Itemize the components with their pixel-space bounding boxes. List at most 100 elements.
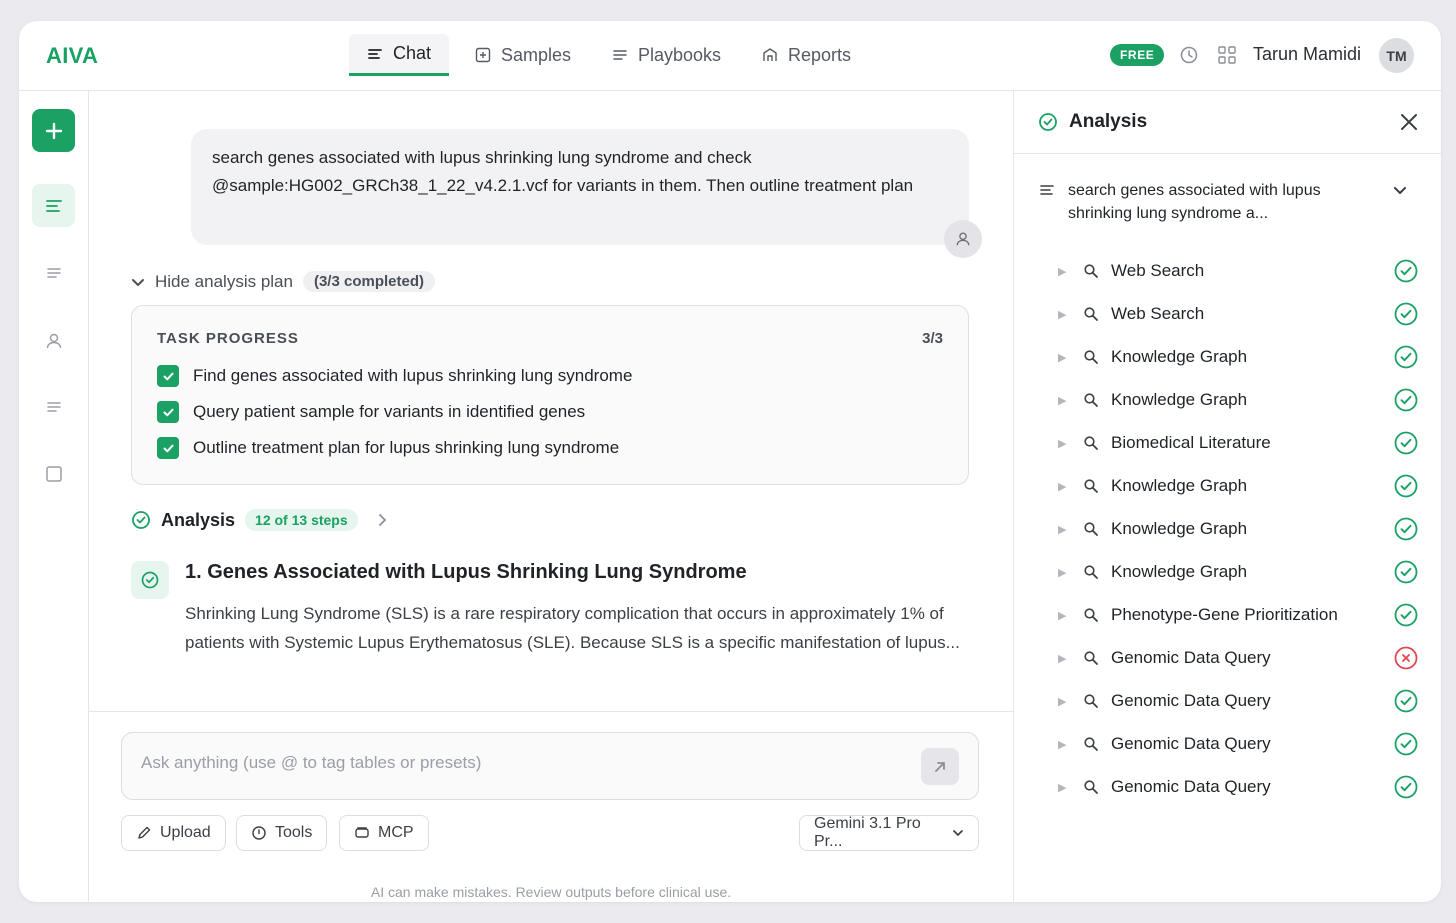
sidebar-item-documents[interactable] xyxy=(32,385,75,428)
analysis-panel: Analysis search genes associated with lu… xyxy=(1013,91,1441,902)
search-icon xyxy=(1084,651,1098,665)
check-circle-icon xyxy=(141,571,159,589)
tool-call-row[interactable]: ▶ Knowledge Graph xyxy=(1058,514,1418,544)
search-icon xyxy=(1084,479,1098,493)
expand-triangle-icon[interactable]: ▶ xyxy=(1058,738,1070,751)
check-circle-icon xyxy=(132,511,150,529)
tool-call-row[interactable]: ▶ Knowledge Graph xyxy=(1058,557,1418,587)
chat-lines-icon xyxy=(368,48,382,59)
expand-triangle-icon[interactable]: ▶ xyxy=(1058,437,1070,450)
tab-reports[interactable]: Reports xyxy=(744,34,869,76)
tool-call-name: Genomic Data Query xyxy=(1111,734,1271,753)
success-check-circle-icon xyxy=(1394,431,1418,455)
step-title: 1. Genes Associated with Lupus Shrinking… xyxy=(185,561,747,583)
sidebar-item-chats[interactable] xyxy=(32,184,75,227)
tool-call-name: Web Search xyxy=(1111,261,1205,280)
tool-call-row[interactable]: ▶ Genomic Data Query xyxy=(1058,729,1418,759)
expand-triangle-icon[interactable]: ▶ xyxy=(1058,351,1070,364)
tab-chat-label: Chat xyxy=(393,43,432,63)
expand-triangle-icon[interactable]: ▶ xyxy=(1058,609,1070,622)
success-check-circle-icon xyxy=(1394,302,1418,326)
task-label: Query patient sample for variants in ide… xyxy=(193,402,586,421)
tab-playbooks-label: Playbooks xyxy=(638,44,722,65)
tool-call-name: Biomedical Literature xyxy=(1111,433,1271,452)
user-message-avatar xyxy=(944,220,982,258)
tab-playbooks[interactable]: Playbooks xyxy=(594,34,739,76)
tool-call-row[interactable]: ▶ Genomic Data Query xyxy=(1058,686,1418,716)
hide-analysis-plan-toggle[interactable]: Hide analysis plan (3/3 completed) xyxy=(131,271,435,292)
expand-triangle-icon[interactable]: ▶ xyxy=(1058,308,1070,321)
arrow-up-right-icon xyxy=(935,761,945,772)
tool-call-row[interactable]: ▶ Web Search xyxy=(1058,256,1418,286)
history-clock-icon[interactable] xyxy=(1179,45,1199,65)
tool-call-row[interactable]: ▶ Knowledge Graph xyxy=(1058,471,1418,501)
apps-grid-icon[interactable] xyxy=(1217,45,1237,65)
task-item: Outline treatment plan for lupus shrinki… xyxy=(157,437,619,459)
sidebar-item-samples[interactable] xyxy=(32,452,75,495)
tab-reports-label: Reports xyxy=(788,44,852,65)
search-icon xyxy=(1084,737,1098,751)
tool-call-row[interactable]: ▶ Genomic Data Query xyxy=(1058,772,1418,802)
expand-triangle-icon[interactable]: ▶ xyxy=(1058,566,1070,579)
analysis-label: Analysis xyxy=(161,509,236,530)
search-icon xyxy=(1084,522,1098,536)
chevron-right-icon[interactable] xyxy=(374,512,390,528)
mcp-button[interactable]: MCP xyxy=(339,815,429,851)
plan-badge[interactable]: FREE xyxy=(1110,44,1165,66)
search-icon xyxy=(1084,393,1098,407)
expand-triangle-icon[interactable]: ▶ xyxy=(1058,523,1070,536)
step-status-icon xyxy=(131,561,169,599)
expand-triangle-icon[interactable]: ▶ xyxy=(1058,480,1070,493)
upload-button[interactable]: Upload xyxy=(121,815,226,851)
tool-call-name: Genomic Data Query xyxy=(1111,777,1271,796)
tool-call-row[interactable]: ▶ Web Search xyxy=(1058,299,1418,329)
success-check-circle-icon xyxy=(1394,259,1418,283)
tab-samples[interactable]: Samples xyxy=(457,34,589,76)
reports-icon xyxy=(763,48,777,61)
user-avatar[interactable]: TM xyxy=(1379,38,1414,73)
tool-call-row[interactable]: ▶ Genomic Data Query xyxy=(1058,643,1418,673)
checkbox-checked-icon[interactable] xyxy=(157,437,179,459)
success-check-circle-icon xyxy=(1394,345,1418,369)
search-icon xyxy=(1084,436,1098,450)
chat-input[interactable] xyxy=(141,753,901,773)
tool-call-row[interactable]: ▶ Knowledge Graph xyxy=(1058,385,1418,415)
error-x-circle-icon xyxy=(1394,646,1418,670)
user-name[interactable]: Tarun Mamidi xyxy=(1253,44,1361,65)
new-chat-button[interactable] xyxy=(32,109,75,152)
sidebar-item-playbooks[interactable] xyxy=(32,251,75,294)
app-logo[interactable]: AIVA xyxy=(46,43,98,69)
expand-triangle-icon[interactable]: ▶ xyxy=(1058,394,1070,407)
model-select-label: Gemini 3.1 Pro Pr... xyxy=(814,815,921,850)
sidebar-item-profile[interactable] xyxy=(32,319,75,362)
analysis-panel-header: Analysis xyxy=(1014,91,1441,154)
tool-call-name: Knowledge Graph xyxy=(1111,562,1248,581)
close-icon[interactable] xyxy=(1400,113,1418,131)
plus-icon xyxy=(45,122,62,139)
analysis-summary-row[interactable]: Analysis 12 of 13 steps xyxy=(131,509,390,531)
checkbox-checked-icon[interactable] xyxy=(157,401,179,423)
expand-triangle-icon[interactable]: ▶ xyxy=(1058,781,1070,794)
chat-area: search genes associated with lupus shrin… xyxy=(89,91,1013,902)
send-button[interactable] xyxy=(921,748,959,785)
chevron-down-icon[interactable] xyxy=(1393,183,1407,197)
expand-triangle-icon[interactable]: ▶ xyxy=(1058,265,1070,278)
expand-triangle-icon[interactable]: ▶ xyxy=(1058,652,1070,665)
tool-call-name: Knowledge Graph xyxy=(1111,347,1248,366)
tool-call-row[interactable]: ▶ Knowledge Graph xyxy=(1058,342,1418,372)
tool-call-row[interactable]: ▶ Phenotype-Gene Prioritization xyxy=(1058,600,1418,630)
checkbox-checked-icon[interactable] xyxy=(157,365,179,387)
composer-divider xyxy=(89,711,1013,712)
success-check-circle-icon xyxy=(1394,603,1418,627)
tool-call-row[interactable]: ▶ Biomedical Literature xyxy=(1058,428,1418,458)
tools-button[interactable]: Tools xyxy=(236,815,328,851)
plan-completed-count: (3/3 completed) xyxy=(302,271,435,292)
tool-call-name: Phenotype-Gene Prioritization xyxy=(1111,605,1338,624)
expand-triangle-icon[interactable]: ▶ xyxy=(1058,695,1070,708)
search-icon xyxy=(1084,565,1098,579)
success-check-circle-icon xyxy=(1394,689,1418,713)
tab-chat[interactable]: Chat xyxy=(349,34,450,76)
chevron-down-icon xyxy=(953,830,963,836)
model-select[interactable]: Gemini 3.1 Pro Pr... xyxy=(799,815,979,851)
chat-lines-icon xyxy=(1040,185,1054,195)
